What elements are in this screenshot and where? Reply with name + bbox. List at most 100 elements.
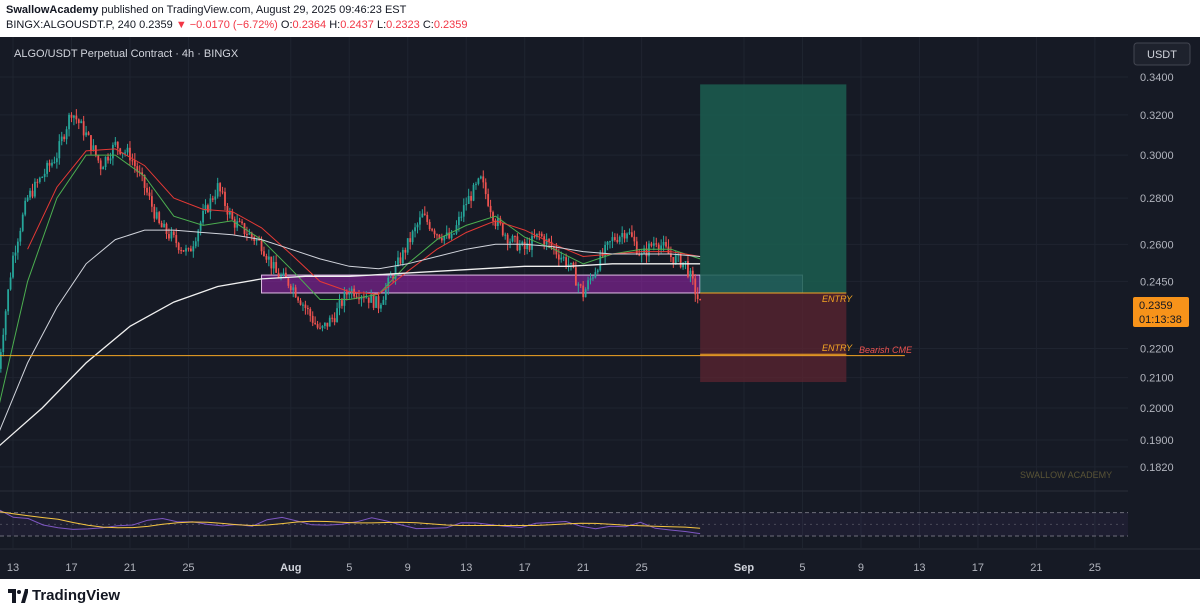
candle-body (691, 270, 694, 279)
publish-header: SwallowAcademy published on TradingView.… (0, 0, 1200, 36)
candle-body (172, 231, 175, 236)
candle-body (189, 248, 192, 252)
candle-body (46, 162, 49, 174)
candle-body (58, 141, 61, 159)
candle-body (426, 214, 429, 222)
candle-body (384, 288, 387, 300)
candle-body (75, 115, 78, 120)
candle-body (51, 162, 53, 166)
candle-body (131, 160, 134, 162)
time-tick-label: 25 (1089, 562, 1101, 574)
candle-body (16, 241, 19, 253)
candle-body (24, 200, 27, 215)
candle-body (540, 233, 543, 237)
candle-body (323, 322, 326, 326)
time-tick-label: 21 (577, 562, 589, 574)
candle-body (518, 244, 521, 251)
candle-body (187, 248, 190, 250)
tradingview-logo[interactable]: TradingView (8, 587, 120, 604)
chart-panel[interactable]: 80.0040.00 0.3400 0.3200 0.3000 0.2800 0.260… (0, 37, 1200, 579)
candle-body (107, 156, 109, 161)
tradingview-logo-icon (8, 589, 28, 604)
symbol-label: BINGX:ALGOUSDT.P, 240 (6, 19, 137, 31)
candle-body (292, 287, 295, 291)
candle-body (265, 256, 268, 260)
low-value: 0.2323 (386, 19, 420, 31)
time-tick-label: 13 (460, 562, 472, 574)
price-axis: 0.3400 0.3200 0.3000 0.2800 0.2600 0.2450 0.22… (1128, 37, 1200, 548)
candle-body (626, 233, 628, 239)
time-tick-label: 5 (346, 562, 352, 574)
candle-body (606, 241, 609, 245)
candle-body (465, 204, 468, 206)
candle-body (419, 217, 421, 225)
candle-body (613, 237, 616, 241)
candle-body (309, 309, 312, 316)
price-tick-label: 0.2450 (1140, 276, 1174, 288)
candle-body (297, 297, 299, 301)
candle-body (489, 205, 492, 213)
candle-body (470, 196, 472, 201)
candle-body (129, 147, 131, 161)
candle-body (221, 191, 224, 193)
candle-body (538, 233, 541, 235)
candle-body (372, 294, 375, 308)
price-chart[interactable]: 80.0040.00 0.3400 0.3200 0.3000 0.2800 0.260… (0, 37, 1200, 579)
candle-body (321, 325, 324, 328)
candle-body (421, 213, 424, 218)
candle-body (504, 234, 507, 236)
candle-body (114, 141, 117, 145)
zone-stop (700, 292, 847, 383)
candle-body (155, 212, 158, 219)
candle-body (272, 262, 275, 269)
price-tick-label: 0.1900 (1140, 435, 1174, 447)
candle-body (631, 232, 633, 237)
candle-body (153, 206, 156, 219)
candle-body (21, 214, 24, 231)
price-badge-price: 0.2359 (1139, 300, 1173, 312)
candle-body (311, 315, 314, 323)
candle-body (399, 257, 402, 264)
candle-body (146, 187, 148, 193)
time-tick-label: 25 (182, 562, 194, 574)
candle-body (150, 196, 153, 207)
author-name[interactable]: SwallowAcademy (6, 4, 98, 16)
time-axis: 13 17 21 25 Aug 5 9 13 17 21 25 Sep 5 9 13 17 21 25 (0, 548, 1200, 574)
candle-body (579, 284, 582, 286)
candle-body (377, 296, 380, 309)
candle-body (9, 277, 12, 290)
price-badge-countdown: 01:13:38 (1139, 314, 1182, 326)
candle-body (694, 278, 697, 295)
candle-body (338, 300, 341, 309)
close-value: 0.2359 (433, 19, 468, 31)
candle-body (248, 232, 251, 235)
candle-body (231, 211, 234, 220)
candle-body (411, 231, 414, 243)
candle-body (689, 270, 692, 277)
candle-body (55, 158, 58, 163)
candle-body (287, 278, 290, 286)
price-tick-label: 0.1820 (1140, 462, 1174, 474)
candle-body (467, 196, 470, 205)
candle-body (350, 288, 353, 294)
candle-body (31, 190, 34, 197)
candles (0, 109, 702, 373)
candle-body (348, 293, 351, 295)
candle-body (2, 334, 5, 353)
candle-body (674, 255, 677, 264)
entry-label: ENTRY (822, 294, 853, 304)
candle-body (665, 242, 667, 247)
candle-body (163, 223, 165, 228)
bearish-cme-label: Bearish CME (859, 345, 913, 355)
candle-body (275, 262, 278, 273)
candle-body (263, 251, 265, 257)
candle-body (233, 219, 236, 228)
candle-body (185, 248, 187, 252)
candle-body (355, 296, 358, 298)
candle-body (509, 241, 511, 244)
candle-body (336, 308, 338, 323)
candle-body (255, 239, 258, 242)
candle-body (109, 158, 112, 161)
candle-body (555, 248, 558, 255)
candle-body (487, 194, 490, 206)
